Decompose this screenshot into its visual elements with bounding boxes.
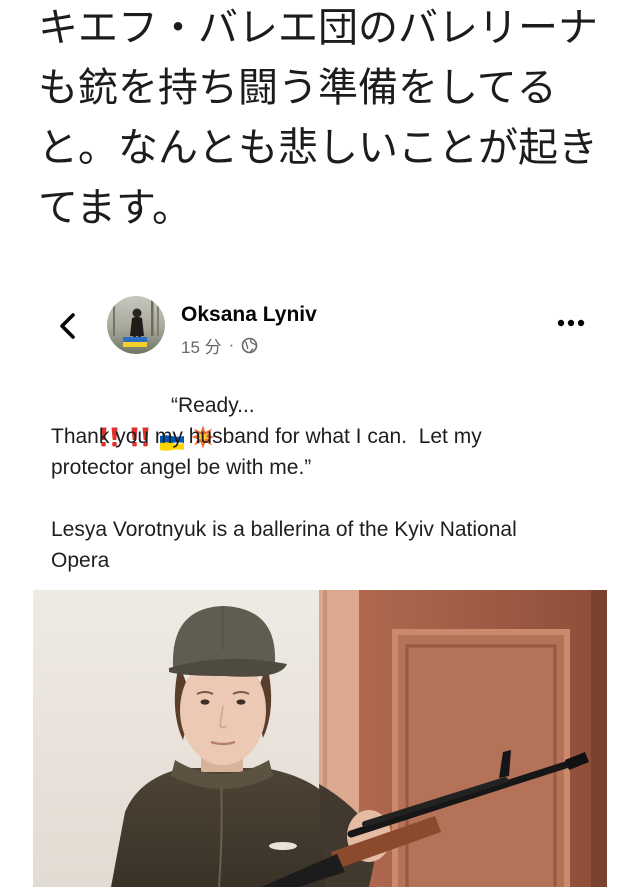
post-photo[interactable] [33, 590, 607, 887]
globe-icon[interactable] [241, 337, 258, 354]
post-time[interactable]: 15 分 [181, 333, 222, 358]
author-name[interactable]: Oksana Lyniv [181, 302, 317, 328]
caption-line: Opera [51, 549, 110, 572]
post-text-line: “Ready... [51, 390, 631, 451]
ukraine-flag-icon [113, 398, 184, 451]
chevron-left-icon[interactable] [56, 311, 82, 341]
collision-icon [144, 394, 215, 448]
caption-line: Lesya Vorotnyuk is a ballerina of the Ky… [51, 518, 517, 541]
quote-line: Thank you my husband for what I can. Let… [51, 425, 482, 448]
quote-line: protector angel be with me.” [51, 456, 312, 479]
double-exclamation-icon [82, 395, 149, 446]
post-meta: 15 分 · [181, 333, 258, 358]
post-text: “Ready... Thank you my husband for what … [51, 390, 631, 576]
meta-separator: · [228, 335, 235, 354]
avatar[interactable] [107, 296, 165, 354]
more-horizontal-icon[interactable] [553, 315, 587, 331]
double-exclamation-icon [51, 395, 118, 446]
quote-line: “Ready... [171, 394, 255, 417]
facebook-post: Oksana Lyniv 15 分 · “Ready... Thank you … [0, 0, 640, 887]
